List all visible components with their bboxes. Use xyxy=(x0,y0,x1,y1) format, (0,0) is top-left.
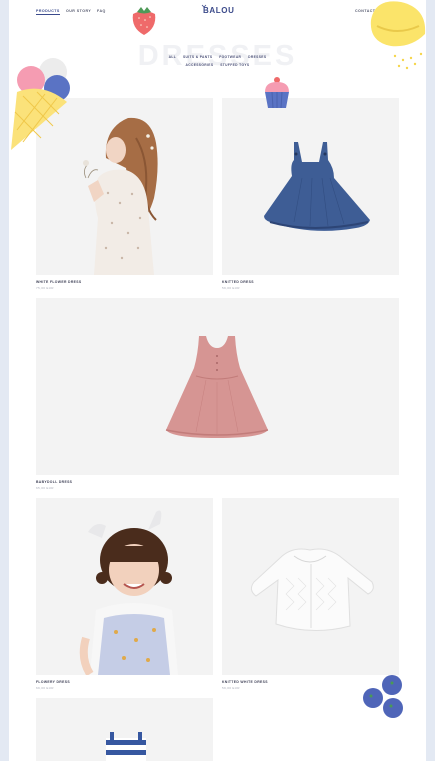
filter-all[interactable]: ALL xyxy=(169,54,176,62)
page: PRODUCTS OUR STORY FAQ BALOU CONTACT JOU… xyxy=(9,0,426,761)
product-name[interactable]: KNITTED WHITE DRESS xyxy=(222,680,268,684)
ice-cream-icon xyxy=(11,58,70,150)
strawberry-icon xyxy=(132,7,156,35)
product-card[interactable]: KNITTED DRESS 59,00 EUR xyxy=(222,98,399,293)
filter-suits-pants[interactable]: SUITS & PANTS xyxy=(183,54,212,62)
filter-stuffed-toys[interactable]: STUFFED TOYS xyxy=(220,62,249,70)
logo-mark-icon xyxy=(201,4,207,8)
product-image[interactable] xyxy=(222,498,399,675)
filter-accessories[interactable]: ACCESSORIES xyxy=(186,62,214,70)
cupcake-icon xyxy=(265,77,289,109)
product-image[interactable] xyxy=(36,498,213,675)
filter-footwear[interactable]: FOOTWEAR xyxy=(219,54,241,62)
lemon-icon xyxy=(370,1,426,70)
product-name[interactable]: WHITE FLOWER DRESS xyxy=(36,280,81,284)
nav-faq[interactable]: FAQ xyxy=(97,9,106,13)
product-image[interactable] xyxy=(36,698,213,761)
product-price: 59,00 EUR xyxy=(222,686,240,690)
logo-text: BALOU xyxy=(203,6,235,15)
product-card[interactable] xyxy=(36,698,213,761)
product-price: 59,00 EUR xyxy=(222,286,240,290)
nav-our-story[interactable]: OUR STORY xyxy=(66,9,91,13)
logo[interactable]: BALOU xyxy=(201,4,235,15)
product-image[interactable] xyxy=(36,298,399,475)
product-price: 75,00 EUR xyxy=(36,286,54,290)
product-card[interactable]: KNITTED WHITE DRESS 59,00 EUR xyxy=(222,498,399,693)
product-image[interactable] xyxy=(222,98,399,275)
filter-dresses[interactable]: DRESSES xyxy=(248,54,266,62)
product-name[interactable]: BABYDOLL DRESS xyxy=(36,480,72,484)
product-price: 65,00 EUR xyxy=(36,486,54,490)
blueberries-icon xyxy=(363,675,403,718)
product-name[interactable]: FLOWERY DRESS xyxy=(36,680,70,684)
nav-products[interactable]: PRODUCTS xyxy=(36,9,60,15)
product-name[interactable]: KNITTED DRESS xyxy=(222,280,254,284)
product-price: 69,00 EUR xyxy=(36,686,54,690)
product-card[interactable]: FLOWERY DRESS 69,00 EUR xyxy=(36,498,213,693)
product-card[interactable]: BABYDOLL DRESS 65,00 EUR xyxy=(36,298,399,493)
